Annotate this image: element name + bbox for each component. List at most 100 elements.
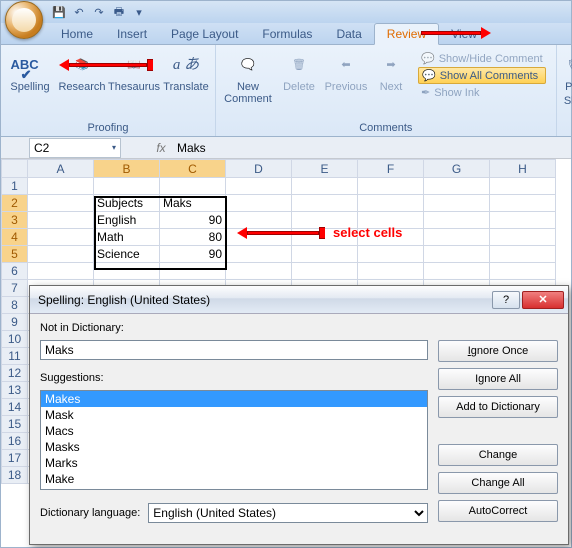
next-comment-button[interactable]: ➡ Next xyxy=(372,47,410,93)
cell-c5[interactable]: 90 xyxy=(160,246,226,263)
row-header-17[interactable]: 17 xyxy=(2,450,28,467)
cell-b3[interactable]: English xyxy=(94,212,160,229)
suggestion-item[interactable]: Masks xyxy=(41,439,427,455)
show-hide-comment-button[interactable]: 💬Show/Hide Comment xyxy=(418,51,546,66)
row-header-18[interactable]: 18 xyxy=(2,467,28,484)
formula-bar-row: C2 ▾ fx Maks xyxy=(1,137,571,159)
ignore-once-button[interactable]: Ignore Once xyxy=(438,340,558,362)
row-header-5[interactable]: 5 xyxy=(2,246,28,263)
row-header-10[interactable]: 10 xyxy=(2,331,28,348)
previous-comment-button[interactable]: ⬅ Previous xyxy=(322,47,370,93)
row-header-16[interactable]: 16 xyxy=(2,433,28,450)
col-header-d[interactable]: D xyxy=(226,160,292,178)
select-all-corner[interactable] xyxy=(2,160,28,178)
suggestion-item[interactable]: Mask xyxy=(41,407,427,423)
row-header-4[interactable]: 4 xyxy=(2,229,28,246)
spelling-icon: ABC✔ xyxy=(14,51,46,79)
row-header-13[interactable]: 13 xyxy=(2,382,28,399)
col-header-g[interactable]: G xyxy=(424,160,490,178)
col-header-b[interactable]: B xyxy=(94,160,160,178)
row-header-11[interactable]: 11 xyxy=(2,348,28,365)
row-header-7[interactable]: 7 xyxy=(2,280,28,297)
suggestions-list[interactable]: Makes Mask Macs Masks Marks Make xyxy=(40,390,428,490)
autocorrect-button[interactable]: AutoCorrect xyxy=(438,500,558,522)
cell-b4[interactable]: Math xyxy=(94,229,160,246)
tab-home[interactable]: Home xyxy=(49,24,105,44)
tab-insert[interactable]: Insert xyxy=(105,24,159,44)
cell-c2[interactable]: Maks xyxy=(160,195,226,212)
row-header-1[interactable]: 1 xyxy=(2,178,28,195)
suggestion-item[interactable]: Macs xyxy=(41,423,427,439)
row-header-15[interactable]: 15 xyxy=(2,416,28,433)
translate-icon: a あ xyxy=(170,51,202,79)
formula-bar[interactable]: Maks xyxy=(171,141,571,155)
research-button[interactable]: 📚 Research xyxy=(57,47,107,93)
tab-review[interactable]: Review xyxy=(374,23,439,45)
delete-comment-label: Delete xyxy=(283,81,315,93)
cell-b5[interactable]: Science xyxy=(94,246,160,263)
fx-icon[interactable]: fx xyxy=(151,141,171,155)
delete-comment-button[interactable]: 🗑 Delete xyxy=(278,47,320,93)
show-all-label: Show All Comments xyxy=(440,70,538,82)
tab-view[interactable]: View xyxy=(439,24,489,44)
suggestion-item[interactable]: Marks xyxy=(41,455,427,471)
research-icon: 📚 xyxy=(66,51,98,79)
col-header-e[interactable]: E xyxy=(292,160,358,178)
qat-dropdown-icon[interactable]: ▾ xyxy=(131,4,147,20)
column-headers-row: A B C D E F G H xyxy=(2,160,556,178)
row-header-14[interactable]: 14 xyxy=(2,399,28,416)
row-header-8[interactable]: 8 xyxy=(2,297,28,314)
col-header-a[interactable]: A xyxy=(28,160,94,178)
cell-c4[interactable]: 80 xyxy=(160,229,226,246)
group-comments-label: Comments xyxy=(220,120,552,136)
dictionary-language-select[interactable]: English (United States) xyxy=(148,503,428,523)
translate-button[interactable]: a あ Translate xyxy=(161,47,211,93)
suggestion-item[interactable]: Makes xyxy=(41,391,427,407)
dialog-titlebar[interactable]: Spelling: English (United States) ? ✕ xyxy=(30,286,568,314)
row-header-3[interactable]: 3 xyxy=(2,212,28,229)
add-to-dictionary-button[interactable]: Add to Dictionary xyxy=(438,396,558,418)
new-comment-button[interactable]: 🗨️ New Comment xyxy=(220,47,276,105)
row-header-6[interactable]: 6 xyxy=(2,263,28,280)
spelling-button[interactable]: ABC✔ Spelling xyxy=(5,47,55,93)
row-header-9[interactable]: 9 xyxy=(2,314,28,331)
quickprint-icon[interactable]: 🖶 xyxy=(111,4,127,20)
dialog-close-button[interactable]: ✕ xyxy=(522,291,564,309)
name-box-dropdown-icon[interactable]: ▾ xyxy=(112,143,116,152)
sheet-label: She xyxy=(564,95,572,107)
cell-b2[interactable]: Subjects xyxy=(94,195,160,212)
tab-formulas[interactable]: Formulas xyxy=(250,24,324,44)
protect-sheet-button[interactable]: 🛡 Pro She xyxy=(561,47,572,107)
show-all-icon: 💬 xyxy=(422,69,436,82)
show-ink-button[interactable]: ✒Show Ink xyxy=(418,85,546,100)
row-header-2[interactable]: 2 xyxy=(2,195,28,212)
dialog-help-button[interactable]: ? xyxy=(492,291,520,309)
previous-comment-label: Previous xyxy=(325,81,368,93)
tab-page-layout[interactable]: Page Layout xyxy=(159,24,250,44)
col-header-h[interactable]: H xyxy=(490,160,556,178)
change-all-button[interactable]: Change All xyxy=(438,472,558,494)
name-box[interactable]: C2 ▾ xyxy=(29,138,121,158)
new-comment-icon: 🗨️ xyxy=(232,51,264,79)
thesaurus-icon: 📖 xyxy=(118,51,150,79)
undo-icon[interactable]: ↶ xyxy=(71,4,87,20)
next-comment-icon: ➡ xyxy=(375,51,407,79)
office-button[interactable] xyxy=(5,1,43,39)
show-all-comments-button[interactable]: 💬 Show All Comments xyxy=(418,67,546,84)
not-in-dictionary-input[interactable] xyxy=(40,340,428,360)
suggestions-label: Suggestions: xyxy=(40,372,428,384)
row-header-12[interactable]: 12 xyxy=(2,365,28,382)
quick-access-toolbar: 💾 ↶ ↷ 🖶 ▾ xyxy=(1,1,571,23)
dialog-title-text: Spelling: English (United States) xyxy=(38,293,210,307)
col-header-f[interactable]: F xyxy=(358,160,424,178)
ribbon-tabs: Home Insert Page Layout Formulas Data Re… xyxy=(1,23,571,45)
cell-c3[interactable]: 90 xyxy=(160,212,226,229)
redo-icon[interactable]: ↷ xyxy=(91,4,107,20)
change-button[interactable]: Change xyxy=(438,444,558,466)
suggestion-item[interactable]: Make xyxy=(41,471,427,487)
save-icon[interactable]: 💾 xyxy=(51,4,67,20)
col-header-c[interactable]: C xyxy=(160,160,226,178)
tab-data[interactable]: Data xyxy=(324,24,373,44)
ignore-all-button[interactable]: Ignore All xyxy=(438,368,558,390)
thesaurus-button[interactable]: 📖 Thesaurus xyxy=(109,47,159,93)
